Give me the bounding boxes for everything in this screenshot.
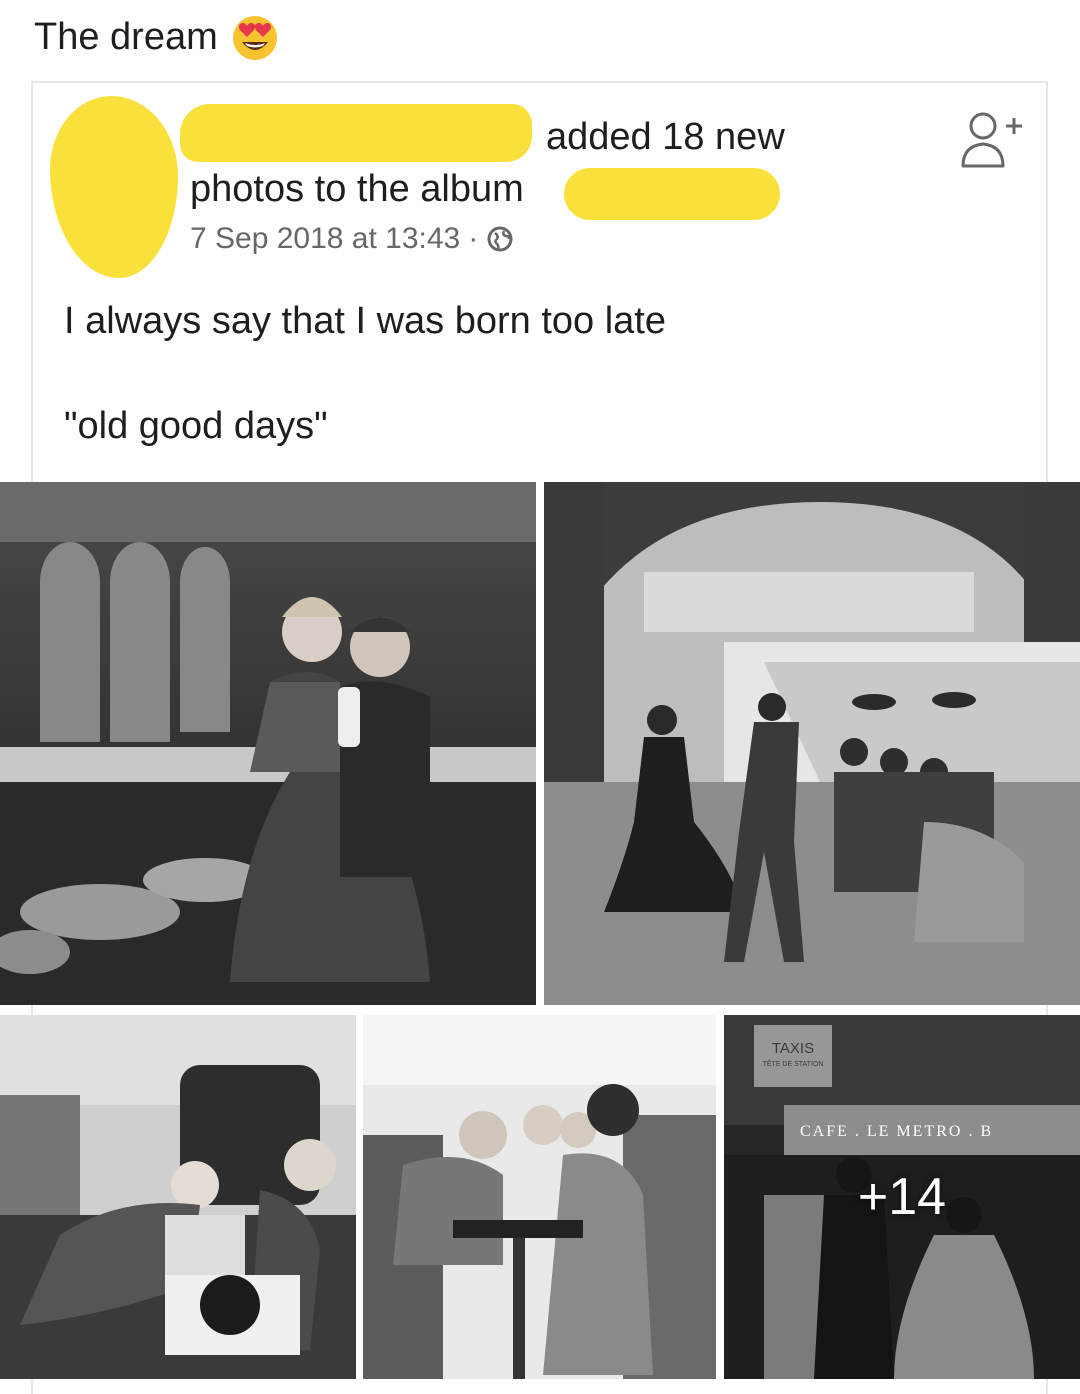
taxis-sign-title: TAXIS: [771, 1040, 815, 1057]
heart-eyes-emoji-icon: [232, 16, 277, 60]
add-friend-icon[interactable]: [958, 106, 1024, 172]
post-text-line2: "old good days": [64, 405, 328, 447]
post-timestamp[interactable]: 7 Sep 2018 at 13:43: [190, 222, 460, 256]
photo-dancing-image: [544, 482, 1080, 1005]
photo-record-player-image: [0, 1015, 356, 1379]
photo-dancing-under-bridge[interactable]: [544, 482, 1080, 1005]
photo-booth-teens[interactable]: [363, 1015, 716, 1379]
more-photos-count[interactable]: +14: [724, 1167, 1080, 1227]
post-text-line1: I always say that I was born too late: [64, 300, 666, 342]
photo-record-player[interactable]: [0, 1015, 356, 1379]
name-redaction: [180, 104, 532, 162]
meta-separator: ·: [468, 222, 479, 255]
share-caption: The dream: [34, 12, 280, 62]
post-header-action: added 18 new: [546, 116, 785, 158]
photo-diner-image: [0, 482, 536, 1005]
album-name-redaction: [564, 168, 780, 220]
photo-booth-teens-image: [363, 1015, 716, 1379]
share-caption-text: The dream: [34, 15, 218, 58]
taxis-sign-sub: TÊTE DE STATION: [762, 1061, 824, 1068]
globe-icon: [487, 226, 513, 252]
post-header-album: photos to the album: [190, 168, 524, 210]
photo-diner-couple[interactable]: [0, 482, 536, 1005]
post-meta: 7 Sep 2018 at 13:43 ·: [190, 222, 514, 256]
taxis-sign: TAXIS TÊTE DE STATION: [754, 1027, 832, 1073]
cafe-awning-text: CAFE . LE METRO . B: [800, 1123, 994, 1140]
photo-cafe-le-metro[interactable]: TAXIS TÊTE DE STATION CAFE . LE METRO . …: [724, 1015, 1080, 1379]
